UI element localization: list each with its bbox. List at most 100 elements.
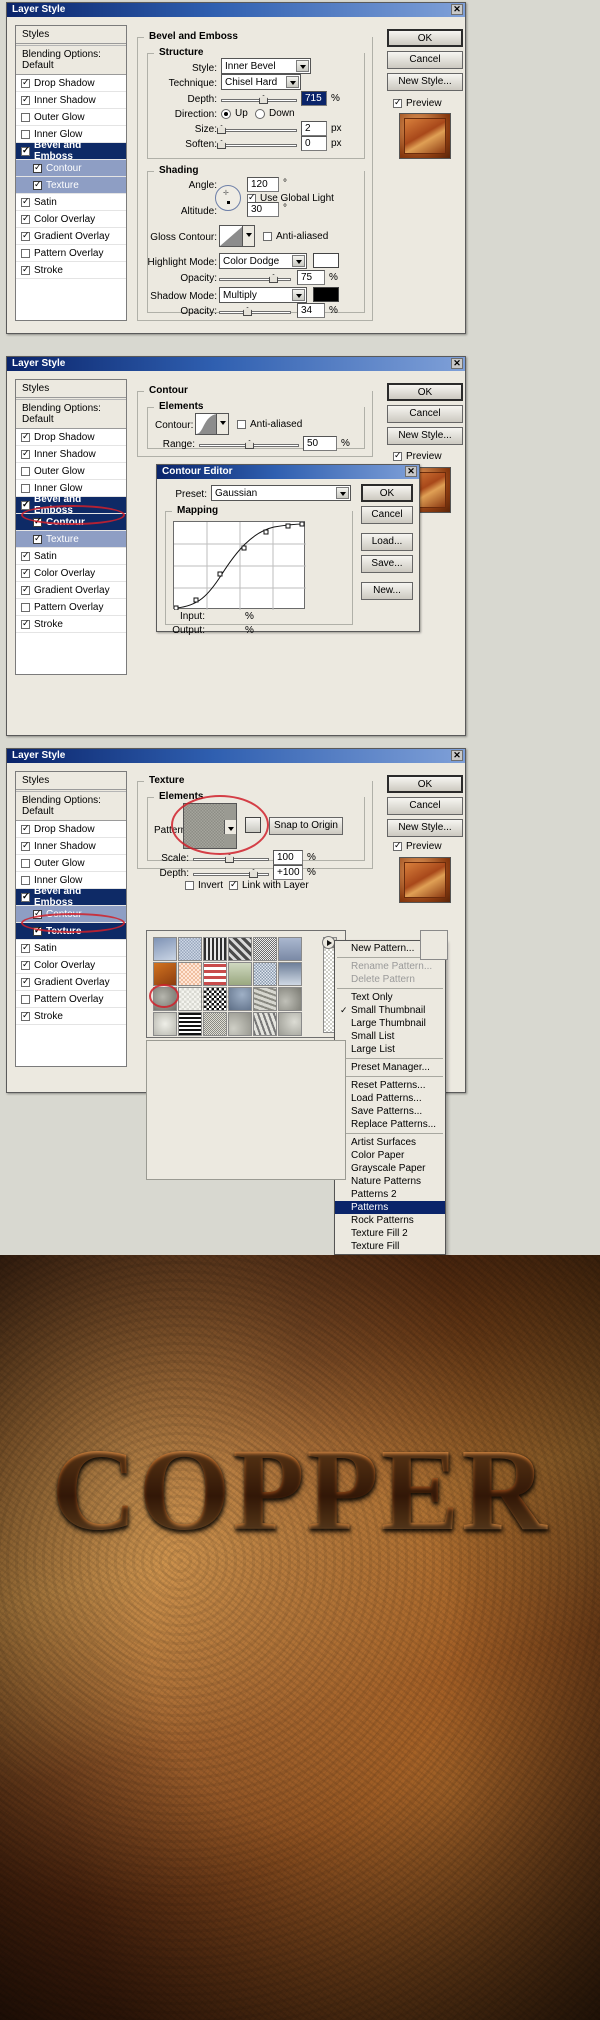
depth-input[interactable]: 715 <box>301 91 327 106</box>
range-slider[interactable] <box>199 440 299 450</box>
style-row-outer-glow[interactable]: Outer Glow <box>16 109 126 126</box>
slider-knob[interactable] <box>217 140 226 149</box>
dialog-2-titlebar[interactable]: Layer Style ✕ <box>7 357 465 371</box>
cancel-button[interactable]: Cancel <box>387 405 463 423</box>
close-icon[interactable]: ✕ <box>451 358 463 369</box>
checkbox-icon[interactable] <box>33 908 42 919</box>
chevron-down-icon[interactable] <box>286 76 299 88</box>
checkbox-icon[interactable] <box>21 145 30 156</box>
style-select[interactable]: Inner Bevel <box>221 58 311 74</box>
size-slider[interactable] <box>217 125 297 135</box>
checkbox-icon[interactable] <box>21 567 30 578</box>
ok-button[interactable]: OK <box>387 383 463 401</box>
checkbox-icon[interactable] <box>21 823 30 834</box>
checkbox-icon[interactable] <box>21 618 30 629</box>
pattern-swatch[interactable] <box>228 987 252 1011</box>
invert-checkbox[interactable]: Invert <box>185 880 223 891</box>
styles-list-2[interactable]: Styles Blending Options: Default Drop Sh… <box>15 379 127 675</box>
menu-item-texture-fill-2[interactable]: Texture Fill 2 <box>335 1227 445 1240</box>
slider-knob[interactable] <box>269 274 278 283</box>
checkbox-icon[interactable] <box>21 112 30 122</box>
preview-checkbox[interactable]: Preview <box>393 450 442 462</box>
blending-options-row[interactable]: Blending Options: Default <box>16 46 126 75</box>
checkbox-icon[interactable] <box>185 881 194 890</box>
style-row-pattern-overlay[interactable]: Pattern Overlay <box>16 245 126 262</box>
angle-dial[interactable]: ✛ <box>215 185 241 211</box>
menu-item-large-list[interactable]: Large List <box>335 1043 445 1056</box>
style-row-outer-glow[interactable]: Outer Glow <box>16 463 126 480</box>
style-row-texture[interactable]: Texture <box>16 923 126 940</box>
pattern-swatch[interactable] <box>253 962 277 986</box>
scale-slider[interactable] <box>193 854 269 864</box>
pattern-swatch[interactable] <box>203 937 227 961</box>
highlight-opacity-slider[interactable] <box>219 274 291 284</box>
checkbox-icon[interactable] <box>21 483 30 493</box>
preview-checkbox[interactable]: Preview <box>393 97 442 109</box>
menu-item-replace-patterns[interactable]: Replace Patterns... <box>335 1118 445 1131</box>
soften-slider[interactable] <box>217 140 297 150</box>
menu-item-rock-patterns[interactable]: Rock Patterns <box>335 1214 445 1227</box>
checkbox-icon[interactable] <box>21 959 30 970</box>
checkbox-icon[interactable] <box>33 925 42 936</box>
pattern-new-preset-button[interactable] <box>245 817 261 833</box>
shadow-opacity-slider[interactable] <box>219 307 291 317</box>
style-row-inner-shadow[interactable]: Inner Shadow <box>16 92 126 109</box>
contour-editor-save-button[interactable]: Save... <box>361 555 413 573</box>
pattern-swatch[interactable] <box>228 937 252 961</box>
new-style-button[interactable]: New Style... <box>387 819 463 837</box>
style-row-stroke[interactable]: Stroke <box>16 616 126 633</box>
new-style-button[interactable]: New Style... <box>387 73 463 91</box>
anti-aliased-checkbox[interactable]: Anti-aliased <box>237 419 302 430</box>
style-row-contour[interactable]: Contour <box>16 160 126 177</box>
checkbox-icon[interactable] <box>21 840 30 851</box>
checkbox-icon[interactable] <box>263 232 272 241</box>
chevron-down-icon[interactable] <box>224 820 236 834</box>
dialog-1-titlebar[interactable]: Layer Style ✕ <box>7 3 465 17</box>
depth-slider[interactable] <box>221 95 297 105</box>
pattern-grid[interactable] <box>153 937 302 1036</box>
shadow-color-swatch[interactable] <box>313 287 339 302</box>
menu-item-color-paper[interactable]: Color Paper <box>335 1149 445 1162</box>
menu-item-save-patterns[interactable]: Save Patterns... <box>335 1105 445 1118</box>
cancel-button[interactable]: Cancel <box>387 797 463 815</box>
checkbox-icon[interactable] <box>21 1010 30 1021</box>
style-row-bevel-and-emboss[interactable]: Bevel and Emboss <box>16 886 126 908</box>
style-row-contour[interactable]: Contour <box>16 514 126 531</box>
style-row-pattern-overlay[interactable]: Pattern Overlay <box>16 599 126 616</box>
close-icon[interactable]: ✕ <box>405 466 417 477</box>
checkbox-icon[interactable] <box>393 840 402 851</box>
blending-options-row[interactable]: Blending Options: Default <box>16 400 126 429</box>
style-row-texture[interactable]: Texture <box>16 177 126 194</box>
direction-down-radio[interactable]: Down <box>255 108 295 119</box>
pattern-swatch[interactable] <box>278 987 302 1011</box>
menu-item-grayscale-paper[interactable]: Grayscale Paper <box>335 1162 445 1175</box>
slider-knob[interactable] <box>249 869 258 878</box>
depth-input[interactable]: +100 <box>273 865 303 880</box>
style-row-outer-glow[interactable]: Outer Glow <box>16 855 126 872</box>
angle-input[interactable]: 120 <box>247 177 279 192</box>
chevron-down-icon[interactable] <box>216 414 228 434</box>
pattern-swatch[interactable] <box>278 962 302 986</box>
checkbox-icon[interactable] <box>21 499 30 510</box>
soften-input[interactable]: 0 <box>301 136 327 151</box>
style-row-pattern-overlay[interactable]: Pattern Overlay <box>16 991 126 1008</box>
checkbox-icon[interactable] <box>393 97 402 108</box>
checkbox-icon[interactable] <box>21 77 30 88</box>
pattern-swatch[interactable] <box>253 937 277 961</box>
styles-list-1[interactable]: Styles Blending Options: Default Drop Sh… <box>15 25 127 321</box>
styles-list-3[interactable]: Styles Blending Options: Default Drop Sh… <box>15 771 127 1067</box>
pattern-swatch[interactable] <box>253 987 277 1011</box>
shadow-mode-select[interactable]: Multiply <box>219 287 307 303</box>
menu-item-patterns[interactable]: Patterns <box>335 1201 445 1214</box>
pattern-swatch[interactable] <box>228 962 252 986</box>
highlight-opacity-input[interactable]: 75 <box>297 270 325 285</box>
menu-item-small-list[interactable]: Small List <box>335 1030 445 1043</box>
close-icon[interactable]: ✕ <box>451 4 463 15</box>
snap-to-origin-button[interactable]: Snap to Origin <box>269 817 343 835</box>
style-row-gradient-overlay[interactable]: Gradient Overlay <box>16 974 126 991</box>
pattern-swatch[interactable] <box>178 962 202 986</box>
depth-slider[interactable] <box>193 869 269 879</box>
checkbox-icon[interactable] <box>21 942 30 953</box>
style-row-color-overlay[interactable]: Color Overlay <box>16 211 126 228</box>
layer-style-dialog-2[interactable]: Layer Style ✕ Styles Blending Options: D… <box>6 356 466 736</box>
